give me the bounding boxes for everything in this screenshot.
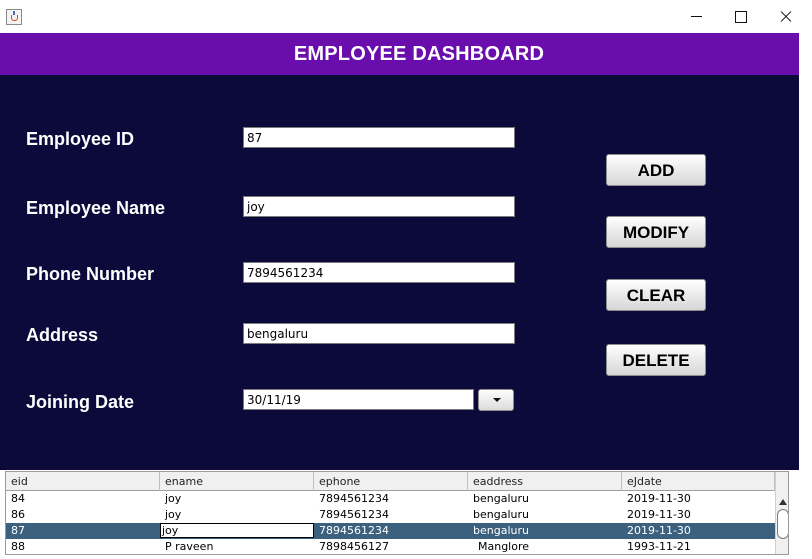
employee-id-field[interactable]: [243, 127, 515, 148]
scrollbar-thumb[interactable]: [777, 509, 788, 539]
window-right-edge: [799, 33, 812, 559]
phone-number-field[interactable]: [243, 262, 515, 283]
column-header-ephone[interactable]: ephone: [314, 472, 468, 491]
employee-name-field[interactable]: [243, 196, 515, 217]
cell-ename[interactable]: P raveen: [160, 539, 314, 554]
cell-ejdate[interactable]: 2019-11-30: [622, 507, 775, 523]
table-row[interactable]: 86 joy 7894561234 bengaluru 2019-11-30: [6, 507, 775, 523]
delete-button[interactable]: DELETE: [606, 344, 706, 376]
cell-eid[interactable]: 88: [6, 539, 160, 554]
cell-ephone[interactable]: 7894561234: [314, 491, 468, 507]
employee-id-label: Employee ID: [26, 129, 135, 149]
table-row[interactable]: 84 joy 7894561234 bengaluru 2019-11-30: [6, 491, 775, 507]
dashboard-header: EMPLOYEE DASHBOARD: [0, 33, 799, 75]
cell-eid[interactable]: 87: [6, 523, 160, 539]
cell-ejdate[interactable]: 2019-11-30: [622, 523, 775, 539]
column-header-ejdate[interactable]: eJdate: [622, 472, 775, 491]
cell-eid[interactable]: 86: [6, 507, 160, 523]
add-button[interactable]: ADD: [606, 154, 706, 186]
employee-name-label: Employee Name: [26, 198, 166, 218]
cell-ename[interactable]: joy: [160, 507, 314, 523]
date-dropdown-button[interactable]: [478, 389, 514, 411]
cell-ename[interactable]: joy: [160, 491, 314, 507]
table-row[interactable]: 88 P raveen 7898456127 Manglore 1993-11-…: [6, 539, 775, 554]
window-titlebar: [0, 0, 812, 33]
phone-number-label: Phone Number: [26, 264, 155, 284]
column-header-eaddress[interactable]: eaddress: [468, 472, 622, 491]
column-header-ename[interactable]: ename: [160, 472, 314, 491]
maximize-icon[interactable]: [717, 0, 763, 33]
address-label: Address: [26, 325, 99, 345]
cell-eid[interactable]: 84: [6, 491, 160, 507]
modify-button[interactable]: MODIFY: [606, 216, 706, 248]
cell-eaddress[interactable]: bengaluru: [468, 507, 622, 523]
table-header: eid ename ephone eaddress eJdate: [6, 472, 776, 491]
column-header-eid[interactable]: eid: [6, 472, 160, 491]
java-cup-icon: [6, 9, 22, 25]
clear-button[interactable]: CLEAR: [606, 279, 706, 311]
employee-table[interactable]: eid ename ephone eaddress eJdate 84 joy …: [5, 471, 789, 555]
cell-ejdate[interactable]: 1993-11-21: [622, 539, 775, 554]
cell-ephone[interactable]: 7894561234: [314, 523, 468, 539]
address-field[interactable]: [243, 323, 515, 344]
cell-ephone[interactable]: 7894561234: [314, 507, 468, 523]
cell-eaddress[interactable]: Manglore: [468, 539, 622, 554]
chevron-down-icon: [493, 398, 501, 402]
cell-eaddress[interactable]: bengaluru: [468, 491, 622, 507]
cell-ephone[interactable]: 7898456127: [314, 539, 468, 554]
table-row-selected[interactable]: 87 joy 7894561234 bengaluru 2019-11-30: [6, 523, 775, 539]
scroll-up-icon[interactable]: [779, 499, 787, 505]
table-scrollbar[interactable]: [775, 472, 788, 554]
minimize-icon[interactable]: [673, 0, 719, 33]
joining-date-field[interactable]: [243, 389, 474, 410]
cell-ejdate[interactable]: 2019-11-30: [622, 491, 775, 507]
cell-ename-editor[interactable]: joy: [160, 523, 314, 538]
page-title: EMPLOYEE DASHBOARD: [293, 43, 545, 65]
cell-eaddress[interactable]: bengaluru: [468, 523, 622, 539]
close-icon[interactable]: [762, 0, 808, 33]
joining-date-label: Joining Date: [26, 392, 135, 412]
